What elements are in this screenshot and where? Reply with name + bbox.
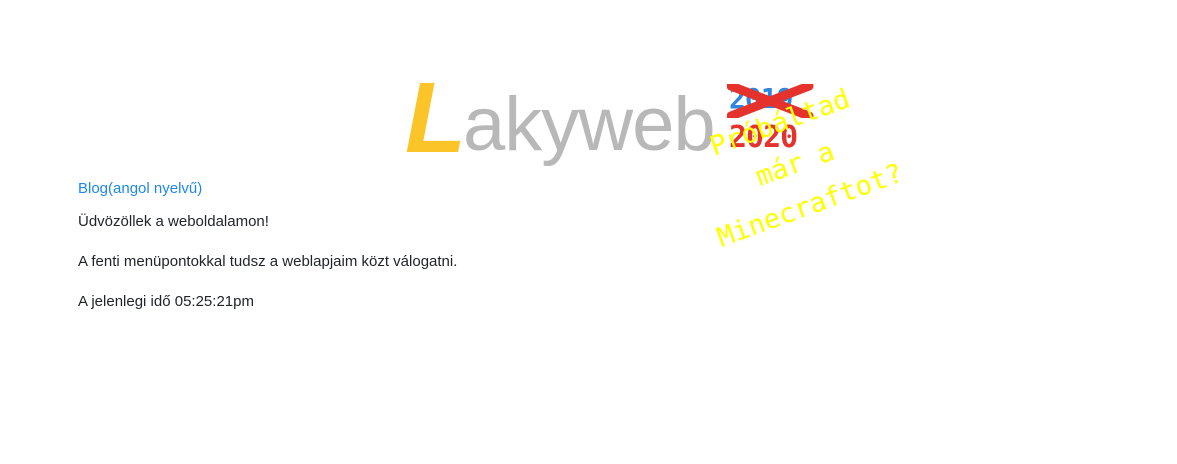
- welcome-text: Üdvözöllek a weboldalamon!: [78, 213, 269, 230]
- instructions-text: A fenti menüpontokkal tudsz a weblapjaim…: [78, 253, 458, 270]
- main-content: Blog(angol nyelvű) Üdvözöllek a weboldal…: [78, 180, 457, 333]
- current-time-text: A jelenlegi idő 05:25:21pm: [78, 293, 254, 310]
- blog-link[interactable]: Blog(angol nyelvű): [78, 180, 457, 198]
- logo-letter-l: L: [405, 62, 467, 174]
- logo-wordmark: akyweb: [463, 82, 716, 167]
- page: L akyweb 2019 2020 Próbáltad már a Minec…: [0, 0, 1177, 464]
